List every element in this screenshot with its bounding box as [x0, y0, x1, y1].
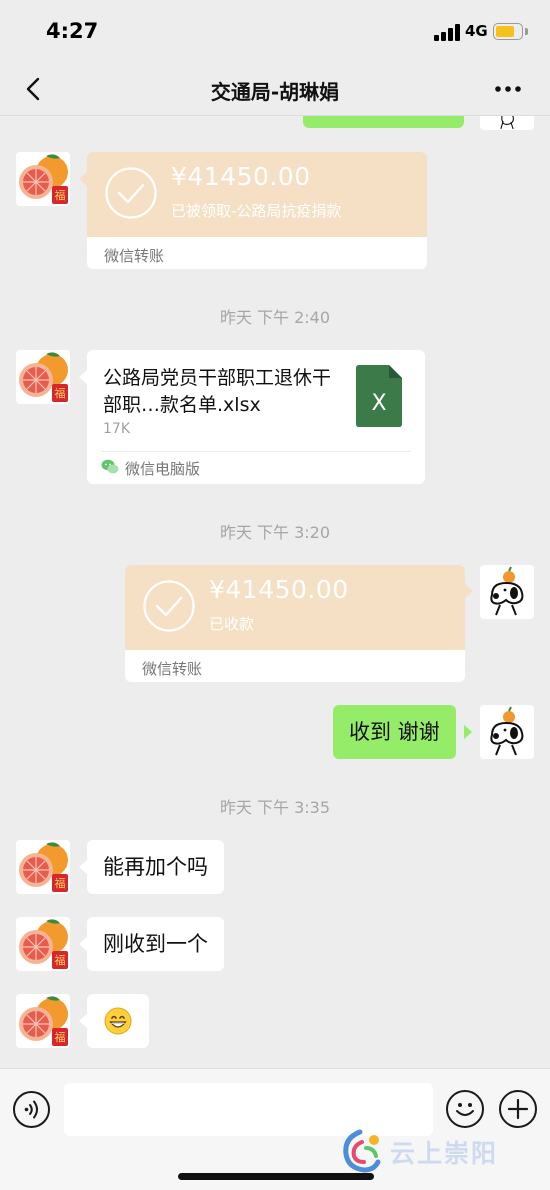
transfer-amount: ¥41450.00	[209, 575, 349, 604]
transfer-card-top: ¥41450.00 已被领取-公路局抗疫捐款	[87, 152, 427, 237]
bubble-tail	[79, 172, 87, 186]
home-indicator[interactable]	[178, 1173, 374, 1180]
battery-tip	[525, 28, 528, 35]
transfer-card-top: ¥41450.00 已收款	[125, 565, 465, 650]
file-name: 公路局党员干部职工退休干部职…款名单.xlsx	[103, 367, 332, 416]
svg-text:福: 福	[55, 386, 66, 400]
watermark-logo-icon	[343, 1129, 381, 1173]
battery-icon	[493, 23, 523, 40]
plus-icon	[507, 1098, 529, 1120]
message-timestamp: 昨天 下午 3:20	[219, 523, 331, 542]
chat-title: 交通局-胡琳娟	[210, 80, 340, 104]
excel-file-icon: X	[356, 365, 402, 427]
emoji-button[interactable]	[446, 1090, 484, 1128]
received-emoji-bubble[interactable]	[87, 994, 149, 1048]
contact-avatar[interactable]: 福	[16, 917, 70, 971]
network-label: 4G	[465, 22, 488, 40]
svg-text:X: X	[371, 391, 386, 416]
bubble-tail	[79, 1014, 87, 1028]
received-check-icon	[105, 167, 157, 219]
transfer-label: 微信转账	[142, 660, 203, 678]
svg-text:福: 福	[55, 876, 66, 890]
more-dots-icon	[495, 86, 521, 92]
more-functions-button[interactable]	[499, 1090, 537, 1128]
received-message-bubble[interactable]: 刚收到一个	[87, 917, 224, 971]
contact-avatar[interactable]: 福	[16, 994, 70, 1048]
grin-emoji-icon	[104, 1007, 132, 1035]
bubble-tail	[79, 860, 87, 874]
svg-text:福: 福	[55, 953, 66, 967]
grapefruit-avatar-icon: 福	[16, 350, 70, 404]
file-message-card[interactable]: 公路局党员干部职工退休干部职…款名单.xlsx 17K X 微信电脑版	[87, 350, 425, 484]
bubble-tail	[464, 725, 472, 739]
watermark-text: 云上崇阳	[390, 1139, 499, 1168]
status-bar: 4:27 4G	[0, 0, 550, 64]
contact-avatar[interactable]: 福	[16, 350, 70, 404]
grapefruit-avatar-icon: 福	[16, 152, 70, 206]
file-size: 17K	[103, 421, 130, 437]
signal-icon	[434, 24, 460, 41]
message-timestamp: 昨天 下午 3:35	[219, 798, 331, 817]
my-avatar[interactable]	[480, 565, 534, 619]
transfer-label: 微信转账	[104, 247, 165, 265]
snoopy-avatar-icon	[480, 705, 534, 759]
grapefruit-avatar-icon: 福	[16, 917, 70, 971]
grapefruit-avatar-icon: 福	[16, 994, 70, 1048]
grapefruit-avatar-icon: 福	[16, 840, 70, 894]
more-button[interactable]	[490, 76, 526, 102]
smiley-icon	[456, 1103, 474, 1116]
transfer-card-incoming[interactable]: ¥41450.00 已被领取-公路局抗疫捐款 微信转账	[87, 152, 427, 269]
voice-button[interactable]	[13, 1091, 50, 1128]
sent-message-bubble[interactable]: 收到 谢谢	[333, 705, 456, 759]
transfer-status: 已收款	[209, 615, 255, 633]
wechat-icon	[101, 459, 119, 474]
contact-avatar[interactable]: 福	[16, 840, 70, 894]
svg-text:福: 福	[55, 188, 66, 202]
bubble-tail	[465, 584, 473, 598]
contact-avatar[interactable]: 福	[16, 152, 70, 206]
my-avatar[interactable]	[480, 705, 534, 759]
transfer-card-outgoing[interactable]: ¥41450.00 已收款 微信转账	[125, 565, 465, 682]
chat-header: 交通局-胡琳娟	[0, 64, 550, 116]
file-divider	[101, 451, 411, 452]
status-time: 4:27	[46, 19, 99, 43]
received-check-icon	[143, 580, 195, 632]
bubble-tail	[79, 370, 87, 384]
transfer-amount: ¥41450.00	[171, 162, 311, 191]
snoopy-avatar-icon	[480, 565, 534, 619]
voice-icon	[24, 1100, 38, 1119]
transfer-status: 已被领取-公路局抗疫捐款	[171, 202, 342, 220]
svg-text:福: 福	[55, 1030, 66, 1044]
message-timestamp: 昨天 下午 2:40	[219, 308, 331, 327]
watermark-logo: 云上崇阳	[338, 1126, 538, 1176]
file-source: 微信电脑版	[125, 460, 201, 478]
received-message-bubble[interactable]: 能再加个吗	[87, 840, 224, 894]
bubble-tail	[79, 937, 87, 951]
